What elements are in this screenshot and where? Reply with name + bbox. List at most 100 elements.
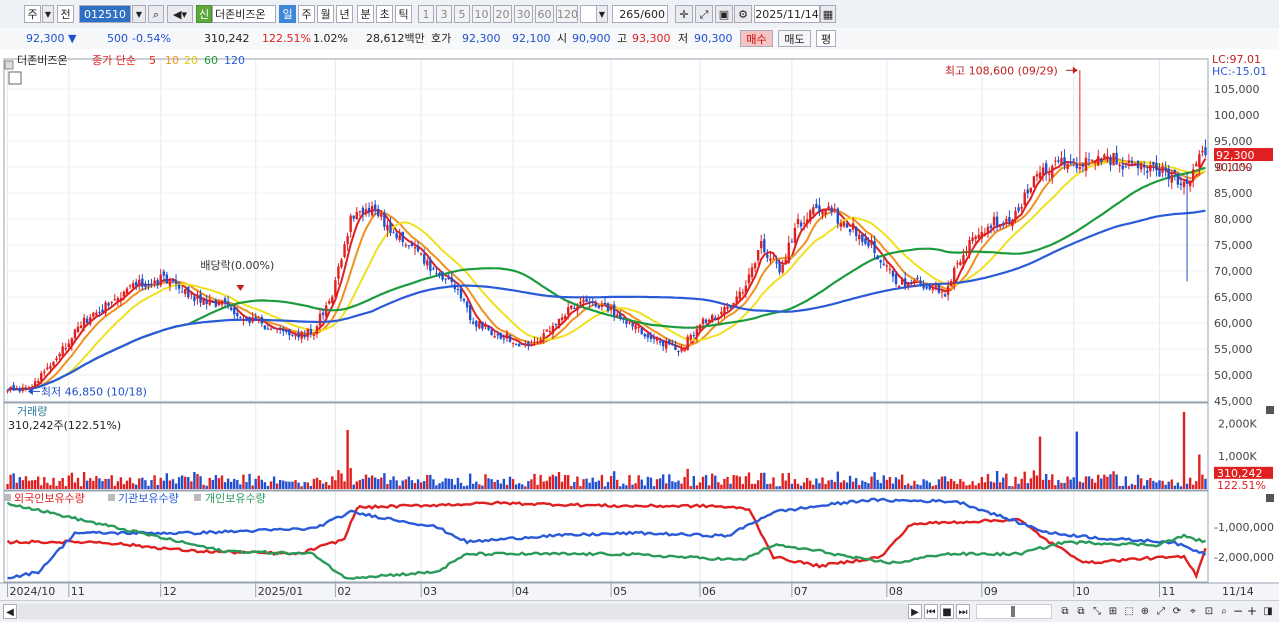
panel-menu-icon[interactable] <box>4 60 14 70</box>
candle-body <box>122 291 126 297</box>
buy-button[interactable]: 매수 <box>740 30 773 47</box>
interval-120[interactable]: 120 <box>556 5 578 23</box>
period-year[interactable]: 년 <box>336 5 353 23</box>
tool-icon-1[interactable]: ⧉ <box>1058 604 1072 619</box>
tool-icon-4[interactable]: ⊞ <box>1106 604 1120 619</box>
gear-icon[interactable]: ⚙ <box>734 5 752 23</box>
count-value: 265 <box>619 8 641 21</box>
tool-icon-3[interactable]: ⤡ <box>1090 604 1104 619</box>
volume-bar <box>236 479 239 489</box>
prev-button[interactable]: 전 <box>57 5 74 23</box>
volume-bar <box>763 472 766 489</box>
tool-icon-9[interactable]: ⌖ <box>1186 604 1200 619</box>
forward-icon[interactable]: ⏭ <box>956 604 970 619</box>
interval-20[interactable]: 20 <box>493 5 512 23</box>
scroll-left-icon[interactable]: ◀ <box>3 604 17 619</box>
date-input[interactable]: 2025/11/14 <box>754 5 820 23</box>
legend-ma10[interactable]: 10 <box>165 54 179 67</box>
zoom-handle[interactable] <box>1011 606 1015 617</box>
zoom-search-icon[interactable]: ⌕ <box>1217 604 1231 619</box>
candle-body <box>361 207 365 214</box>
period-tick[interactable]: 틱 <box>395 5 412 23</box>
search-icon[interactable]: ⌕ <box>148 5 164 23</box>
market-dropdown-icon[interactable]: ▼ <box>42 5 54 23</box>
price-tick-label: 100,000 <box>1214 109 1260 122</box>
tool-icon-8[interactable]: ⟳ <box>1170 604 1184 619</box>
candle-body <box>1155 162 1158 171</box>
tool-icon-2[interactable]: ⧉ <box>1074 604 1088 619</box>
tool-icon-5[interactable]: ⬚ <box>1122 604 1136 619</box>
candle-body <box>959 261 962 266</box>
interval-3[interactable]: 3 <box>436 5 452 23</box>
interval-5[interactable]: 5 <box>454 5 470 23</box>
volume-bar <box>925 480 928 489</box>
inst-legend[interactable]: 기관보유수량 <box>118 492 179 505</box>
interval-dropdown-icon[interactable]: ▼ <box>596 5 608 23</box>
calendar-icon[interactable]: ▦ <box>820 5 836 23</box>
period-month[interactable]: 월 <box>317 5 334 23</box>
speaker-icon[interactable]: ◀▾ <box>167 5 193 23</box>
volume-bar <box>796 483 800 489</box>
candle-body <box>196 296 199 299</box>
code-dropdown-icon[interactable]: ▼ <box>132 5 146 23</box>
zoom-in-icon[interactable]: + <box>1246 604 1258 619</box>
volume-bar <box>113 485 116 489</box>
foreign-legend[interactable]: 외국인보유수량 <box>14 492 85 505</box>
volume-bar <box>257 475 260 489</box>
period-minute[interactable]: 분 <box>357 5 374 23</box>
candle-body <box>986 226 990 235</box>
scroll-right-icon[interactable]: ▶ <box>908 604 922 619</box>
legend-ma120[interactable]: 120 <box>224 54 245 67</box>
period-day[interactable]: 일 <box>279 5 296 23</box>
interval-60[interactable]: 60 <box>535 5 554 23</box>
volume-bar <box>76 477 80 489</box>
volume-bar <box>1017 483 1020 489</box>
candle-body <box>787 242 790 263</box>
period-second[interactable]: 초 <box>376 5 393 23</box>
tool-icon-6[interactable]: ⊕ <box>1138 604 1152 619</box>
volume-bar <box>55 485 58 489</box>
candle-body <box>527 341 530 347</box>
rewind-icon[interactable]: ⏮ <box>924 604 938 619</box>
count-display[interactable]: 265/600 <box>612 5 668 23</box>
volume-bar <box>554 476 558 489</box>
candle-body <box>67 343 71 348</box>
code-input[interactable]: 012510 <box>79 5 131 23</box>
legend-ma5[interactable]: 5 <box>149 54 156 67</box>
candle-body <box>279 328 282 330</box>
horizontal-scrollbar[interactable]: ◀ ▶ ⏮ ■ ⏭ ⧉ ⧉ ⤡ ⊞ ⬚ ⊕ ⤢ ⟳ ⌖ ⊡ ⌕ − + ◨ <box>0 600 1279 622</box>
line-tool-icon[interactable]: ⤢ <box>695 5 713 23</box>
crosshair-icon[interactable]: ✛ <box>675 5 693 23</box>
legend-ma60[interactable]: 60 <box>204 54 218 67</box>
badge-label: 신 <box>198 8 210 21</box>
legend-ma20[interactable]: 20 <box>184 54 198 67</box>
stop-icon[interactable]: ■ <box>940 604 954 619</box>
candle-body <box>1149 165 1152 172</box>
volume-close-icon[interactable] <box>1266 406 1274 414</box>
zoom-out-icon[interactable]: − <box>1232 604 1244 619</box>
grid-toggle-icon[interactable] <box>8 71 22 85</box>
high-label: 고 <box>617 32 628 45</box>
volume-bar <box>502 478 506 489</box>
market-select[interactable]: 주 <box>24 5 41 23</box>
period-week[interactable]: 주 <box>298 5 315 23</box>
volume-bar <box>36 476 40 489</box>
sell-button[interactable]: 매도 <box>778 30 811 47</box>
avg-button[interactable]: 평 <box>816 30 836 47</box>
tool-icon-7[interactable]: ⤢ <box>1154 604 1168 619</box>
chart-area[interactable]: 더존비즈온 종가 단순 5 10 20 60 120 최고 108,600 (0… <box>0 49 1279 600</box>
interval-10[interactable]: 10 <box>472 5 491 23</box>
candle-body <box>1087 159 1091 161</box>
holdings-close-icon[interactable] <box>1266 494 1274 502</box>
interval-30[interactable]: 30 <box>514 5 533 23</box>
candle-body <box>695 329 699 337</box>
indiv-legend[interactable]: 개인보유수량 <box>205 492 266 505</box>
interval-1[interactable]: 1 <box>418 5 434 23</box>
tool-icon-10[interactable]: ⊡ <box>1202 604 1216 619</box>
zoom-slider[interactable] <box>976 604 1052 619</box>
volume-bar <box>992 482 996 489</box>
scroll-track[interactable] <box>18 604 908 619</box>
save-icon[interactable]: ▣ <box>715 5 733 23</box>
fit-icon[interactable]: ◨ <box>1261 604 1275 619</box>
volume-tick-label: 2,000K <box>1218 417 1257 430</box>
